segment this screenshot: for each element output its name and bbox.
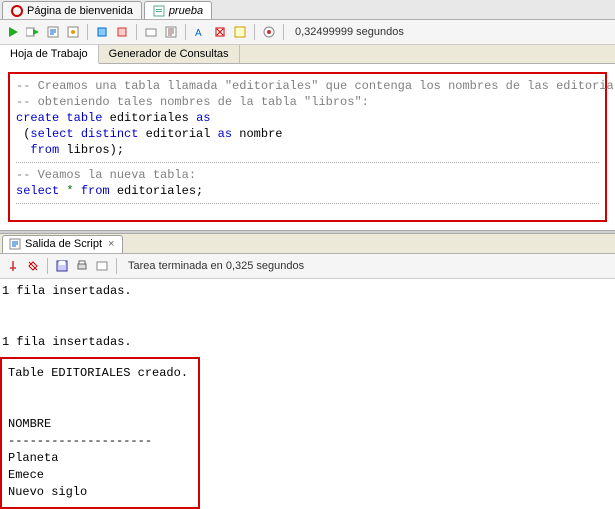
- commit-button[interactable]: [93, 23, 111, 41]
- separator: [136, 24, 137, 40]
- output-highlight-box: Table EDITORIALES creado. NOMBRE -------…: [0, 357, 200, 509]
- ident: editorial: [146, 127, 211, 141]
- output-blank: [6, 382, 194, 399]
- code-comment: -- Veamos la nueva tabla:: [16, 168, 196, 182]
- output-dashes: --------------------: [6, 433, 194, 450]
- kw: create: [16, 111, 59, 125]
- pin-button[interactable]: [4, 257, 22, 275]
- kw: select: [16, 184, 59, 198]
- oracle-icon: [11, 5, 23, 17]
- timing-label: 0,32499999 segundos: [295, 26, 404, 38]
- to-upper-button[interactable]: A: [191, 23, 209, 41]
- tab-welcome[interactable]: Página de bienvenida: [2, 1, 142, 19]
- main-toolbar: A 0,32499999 segundos: [0, 20, 615, 45]
- output-line: 1 fila insertadas.: [0, 334, 615, 351]
- tab-welcome-label: Página de bienvenida: [27, 5, 133, 17]
- script-output-icon: [9, 238, 21, 250]
- worksheet-subtabs: Hoja de Trabajo Generador de Consultas: [0, 45, 615, 64]
- separator: [116, 258, 117, 274]
- code-comment: -- obteniendo tales nombres de la tabla …: [16, 95, 369, 109]
- autotrace-button[interactable]: [64, 23, 82, 41]
- run-script-button[interactable]: [24, 23, 42, 41]
- sql-tuning-button[interactable]: [231, 23, 249, 41]
- kw: as: [218, 127, 232, 141]
- dbms-output-button[interactable]: [260, 23, 278, 41]
- open-output-button[interactable]: [93, 257, 111, 275]
- output-row: Nuevo siglo: [6, 484, 194, 501]
- output-blank: [0, 317, 615, 334]
- output-blank: [6, 399, 194, 416]
- output-col-header: NOMBRE: [6, 416, 194, 433]
- output-line: 1 fila insertadas.: [0, 283, 615, 300]
- script-output[interactable]: 1 fila insertadas. 1 fila insertadas. Ta…: [0, 279, 615, 509]
- output-row: Emece: [6, 467, 194, 484]
- tab-script-output[interactable]: Salida de Script ×: [2, 235, 123, 253]
- task-message: Tarea terminada en 0,325 segundos: [128, 260, 304, 272]
- file-tabs: Página de bienvenida prueba: [0, 0, 615, 20]
- kw: table: [66, 111, 102, 125]
- kw: distinct: [81, 127, 139, 141]
- separator: [283, 24, 284, 40]
- output-tabs: Salida de Script ×: [0, 234, 615, 254]
- stmt-separator: [16, 203, 599, 204]
- editor-highlight-box: -- Creamos una tabla llamada "editoriale…: [8, 72, 607, 222]
- kw: as: [196, 111, 210, 125]
- code-comment: -- Creamos una tabla llamada "editoriale…: [16, 79, 615, 93]
- separator: [185, 24, 186, 40]
- sql-history-button[interactable]: [162, 23, 180, 41]
- editor-area: -- Creamos una tabla llamada "editoriale…: [0, 64, 615, 230]
- kw: from: [81, 184, 110, 198]
- explain-plan-button[interactable]: [44, 23, 62, 41]
- run-button[interactable]: [4, 23, 22, 41]
- ident: editoriales: [110, 111, 189, 125]
- indent: [16, 143, 30, 157]
- ident: libros);: [66, 143, 124, 157]
- ident: editoriales;: [117, 184, 203, 198]
- svg-text:A: A: [195, 28, 202, 38]
- stmt-separator: [16, 162, 599, 163]
- output-toolbar: Tarea terminada en 0,325 segundos: [0, 254, 615, 279]
- kw: *: [66, 184, 73, 198]
- separator: [47, 258, 48, 274]
- kw: from: [30, 143, 59, 157]
- clear-button[interactable]: [211, 23, 229, 41]
- tab-prueba-label: prueba: [169, 5, 203, 17]
- separator: [254, 24, 255, 40]
- output-blank: [0, 300, 615, 317]
- output-row: Planeta: [6, 450, 194, 467]
- sql-editor[interactable]: -- Creamos una tabla llamada "editoriale…: [16, 78, 599, 204]
- unshared-button[interactable]: [142, 23, 160, 41]
- clear-output-button[interactable]: [24, 257, 42, 275]
- tab-script-output-label: Salida de Script: [25, 238, 102, 250]
- rollback-button[interactable]: [113, 23, 131, 41]
- separator: [87, 24, 88, 40]
- paren: (: [16, 127, 30, 141]
- tab-prueba[interactable]: prueba: [144, 1, 212, 19]
- subtab-worksheet[interactable]: Hoja de Trabajo: [0, 45, 99, 64]
- close-icon[interactable]: ×: [106, 238, 116, 250]
- subtab-querygen[interactable]: Generador de Consultas: [99, 45, 240, 63]
- ident: nombre: [239, 127, 282, 141]
- save-output-button[interactable]: [53, 257, 71, 275]
- kw: select: [30, 127, 73, 141]
- print-output-button[interactable]: [73, 257, 91, 275]
- sql-file-icon: [153, 5, 165, 17]
- output-line: Table EDITORIALES creado.: [6, 365, 194, 382]
